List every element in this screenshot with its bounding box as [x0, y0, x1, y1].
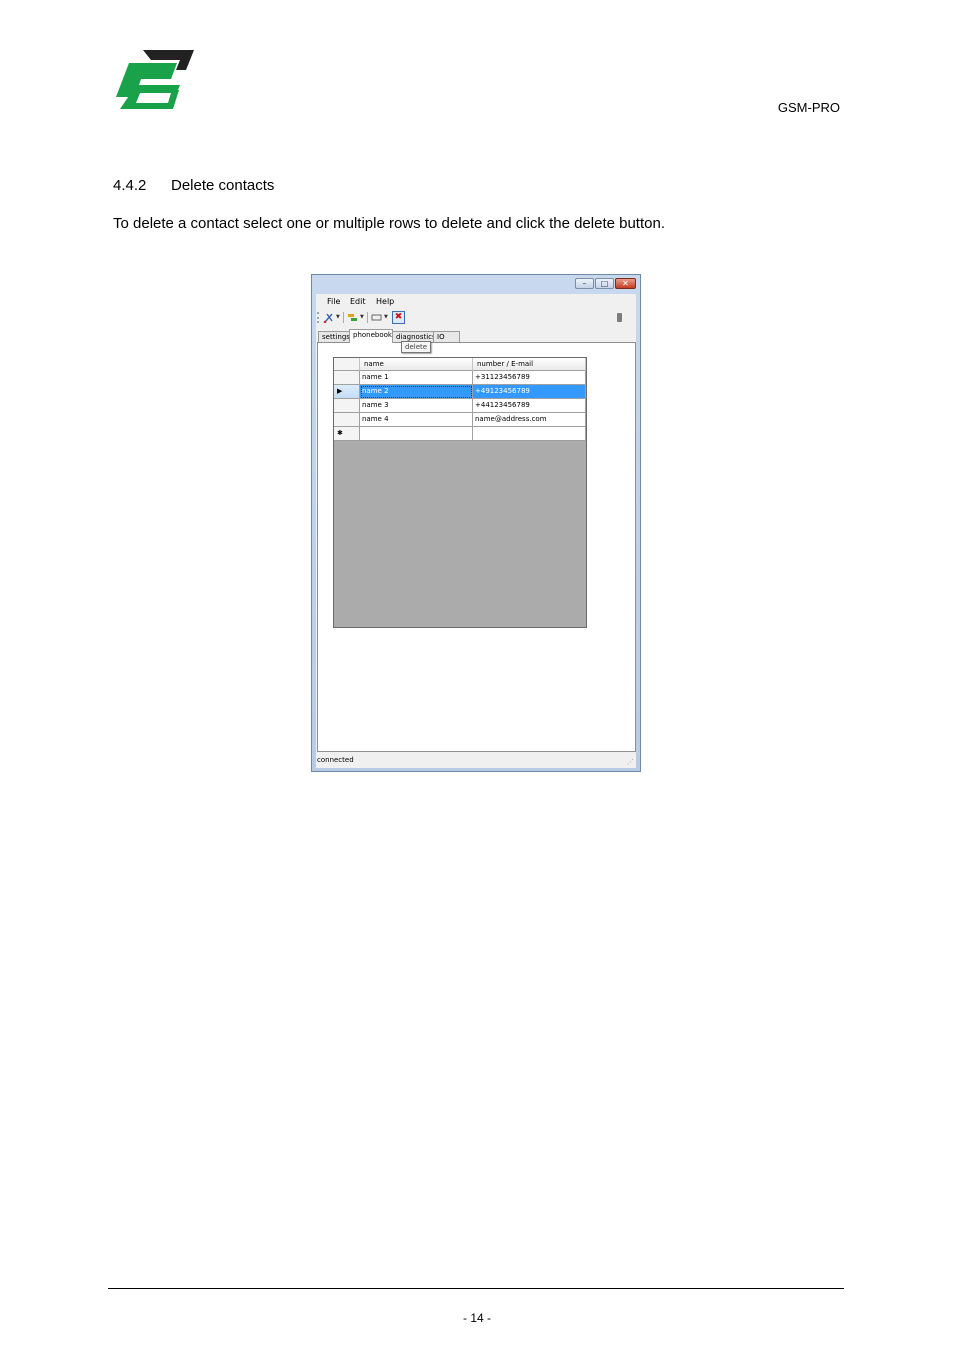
connect-dropdown-arrow[interactable]: ▼: [336, 312, 340, 323]
new-row-cell-number[interactable]: [473, 427, 586, 441]
phonebook-grid[interactable]: name number / E-mail name 1 +31123456789…: [333, 357, 587, 628]
table-cell-name[interactable]: name 4: [360, 413, 473, 427]
table-cell-name[interactable]: name 3: [360, 399, 473, 413]
delete-icon[interactable]: ✖: [392, 311, 405, 324]
table-cell-number[interactable]: name@address.com: [473, 413, 586, 427]
minimize-button[interactable]: –: [575, 278, 594, 289]
table-cell-name[interactable]: name 1: [360, 371, 473, 385]
phonebook-tab-page: name number / E-mail name 1 +31123456789…: [317, 342, 636, 752]
table-cell-number[interactable]: +31123456789: [473, 371, 586, 385]
card-icon[interactable]: [371, 312, 382, 323]
grid-corner-header[interactable]: [334, 358, 360, 371]
table-cell-number-selected[interactable]: +49123456789: [473, 385, 586, 399]
menu-bar: File Edit Help: [316, 294, 636, 308]
status-bar: connected ⋰: [316, 753, 636, 768]
logo-cutout: [136, 93, 171, 103]
tab-settings[interactable]: settings: [318, 331, 350, 342]
section-heading: 4.4.2 Delete contacts: [113, 177, 274, 194]
toolbar-grip[interactable]: [317, 312, 321, 323]
row-header-current[interactable]: ▶: [334, 385, 360, 399]
tab-phonebook[interactable]: phonebook: [349, 329, 393, 343]
company-logo: [116, 50, 194, 109]
window-client-area: File Edit Help ▼ ▼ ▼ ✖ settings phoneboo…: [316, 294, 636, 768]
app-window: – □ ✕ File Edit Help ▼ ▼ ▼ ✖ settings ph…: [311, 274, 641, 772]
card-dropdown-arrow[interactable]: ▼: [384, 312, 388, 323]
toolbar-separator: [367, 312, 368, 323]
tab-io[interactable]: IO: [433, 331, 460, 342]
sync-dropdown-arrow[interactable]: ▼: [360, 312, 364, 323]
menu-help[interactable]: Help: [376, 297, 394, 306]
section-title: Delete contacts: [171, 177, 275, 194]
title-bar: – □ ✕: [312, 275, 640, 294]
new-row-header[interactable]: ✱: [334, 427, 360, 441]
sync-icon[interactable]: [347, 312, 358, 323]
resize-grip-icon[interactable]: ⋰: [627, 758, 634, 766]
row-header[interactable]: [334, 371, 360, 385]
connection-status: connected: [317, 756, 354, 764]
close-button[interactable]: ✕: [615, 278, 636, 289]
delete-tooltip: delete: [401, 341, 432, 353]
maximize-button[interactable]: □: [595, 278, 614, 289]
new-row-cell-name[interactable]: [360, 427, 473, 441]
menu-edit[interactable]: Edit: [350, 297, 366, 306]
connect-icon[interactable]: [323, 312, 334, 324]
page-number: - 14 -: [462, 1311, 491, 1325]
row-header[interactable]: [334, 399, 360, 413]
plug-icon: [617, 313, 622, 322]
column-header-name[interactable]: name: [360, 358, 473, 371]
toolbar-separator: [343, 312, 344, 323]
toolbar: ▼ ▼ ▼ ✖: [316, 309, 636, 326]
row-header[interactable]: [334, 413, 360, 427]
menu-file[interactable]: File: [327, 297, 340, 306]
table-cell-number[interactable]: +44123456789: [473, 399, 586, 413]
caption-buttons: – □ ✕: [574, 278, 636, 289]
instruction-paragraph: To delete a contact select one or multip…: [113, 215, 665, 232]
section-number: 4.4.2: [113, 177, 147, 194]
column-header-number[interactable]: number / E-mail: [473, 358, 586, 371]
footer-divider: [108, 1288, 844, 1289]
table-cell-name-selected[interactable]: name 2: [360, 385, 473, 399]
document-id: GSM-PRO: [777, 100, 840, 115]
